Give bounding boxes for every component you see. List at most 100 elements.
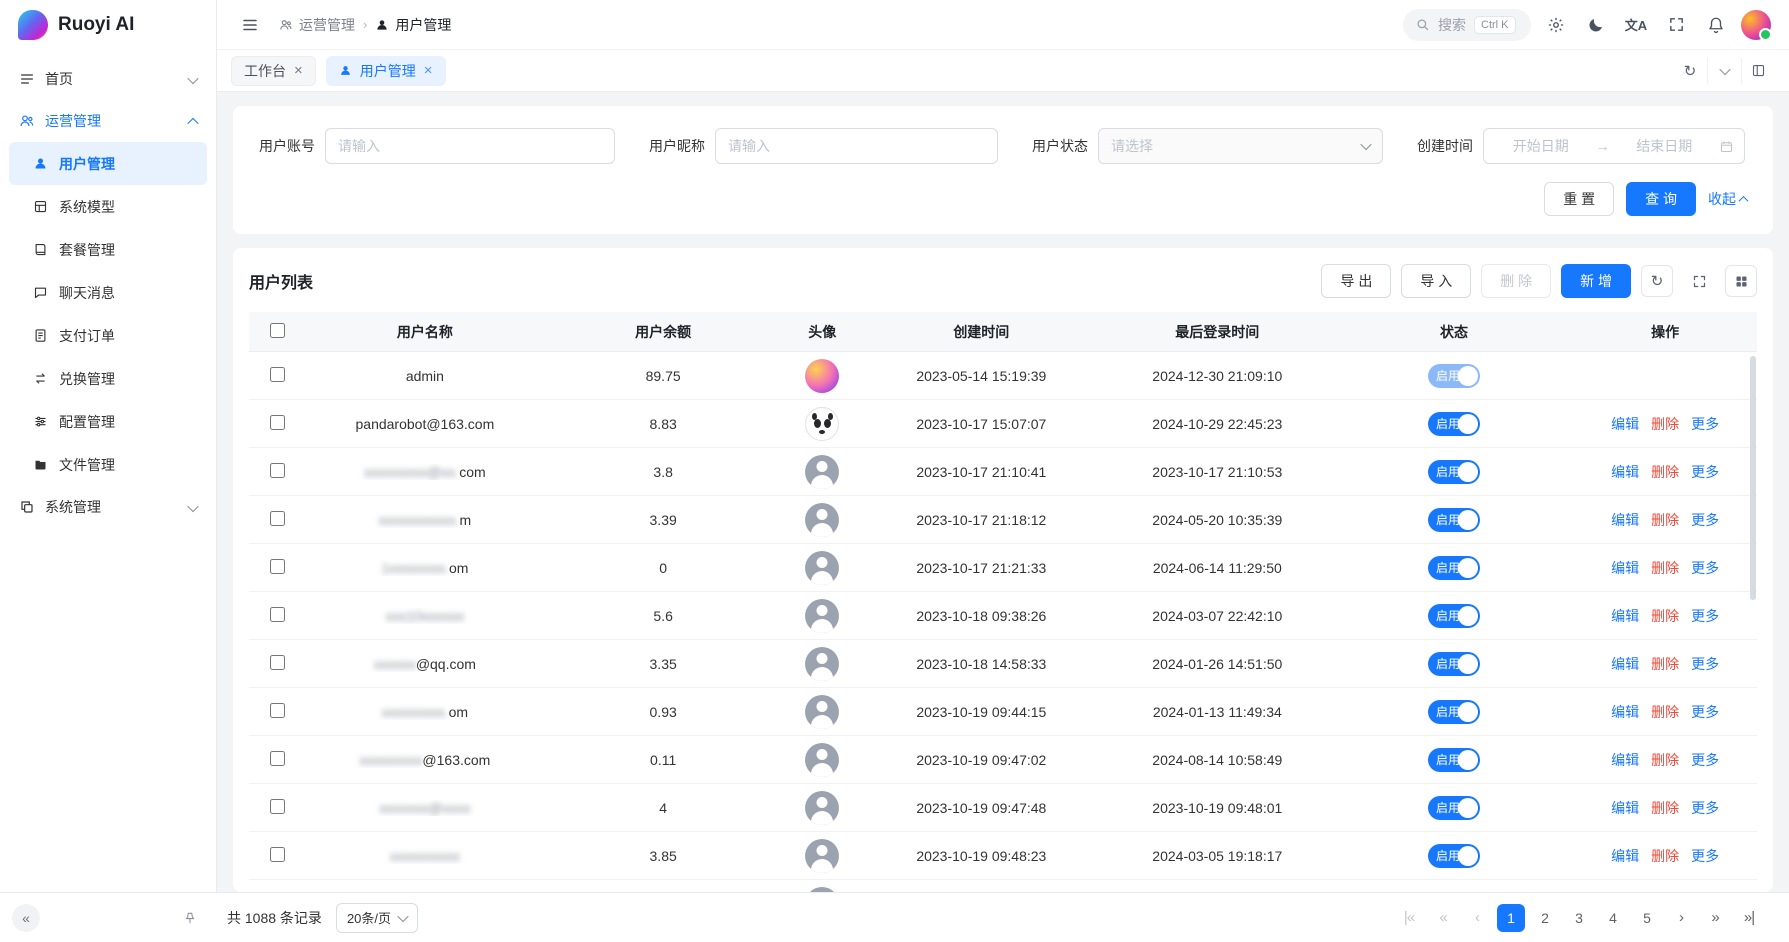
edit-link[interactable]: 编辑 xyxy=(1611,510,1639,530)
page-size-select[interactable]: 20条/页 xyxy=(336,903,418,933)
chevron-down-icon[interactable] xyxy=(1707,58,1741,84)
query-button[interactable]: 查 询 xyxy=(1626,182,1696,216)
table-scrollbar[interactable] xyxy=(1750,356,1756,600)
search-input[interactable]: 搜索 Ctrl K xyxy=(1403,9,1531,41)
column-settings-icon[interactable] xyxy=(1725,265,1757,297)
more-link[interactable]: 更多 xyxy=(1691,654,1719,674)
refresh-icon[interactable]: ↻ xyxy=(1641,265,1673,297)
row-checkbox[interactable] xyxy=(270,511,285,526)
first-page-button[interactable]: |« xyxy=(1395,904,1423,932)
status-select[interactable]: 请选择 xyxy=(1098,128,1383,164)
settings-gear-icon[interactable] xyxy=(1541,10,1571,40)
date-range-picker[interactable]: 开始日期 → 结束日期 xyxy=(1483,128,1745,164)
delete-link[interactable]: 删除 xyxy=(1651,606,1679,626)
translate-icon[interactable]: 文A xyxy=(1621,10,1651,40)
status-toggle[interactable]: 启用 xyxy=(1428,556,1480,580)
breadcrumb-user-management[interactable]: 用户管理 xyxy=(375,15,451,35)
more-link[interactable]: 更多 xyxy=(1691,750,1719,770)
more-link[interactable]: 更多 xyxy=(1691,510,1719,530)
status-toggle[interactable]: 启用 xyxy=(1428,748,1480,772)
status-toggle[interactable]: 启用 xyxy=(1428,796,1480,820)
select-all-checkbox[interactable] xyxy=(270,323,285,338)
last-page-button[interactable]: »| xyxy=(1735,904,1763,932)
status-toggle[interactable]: 启用 xyxy=(1428,700,1480,724)
status-toggle[interactable]: 启用 xyxy=(1428,604,1480,628)
page-number-button[interactable]: 4 xyxy=(1599,904,1627,932)
edit-link[interactable]: 编辑 xyxy=(1611,606,1639,626)
status-toggle[interactable]: 启用 xyxy=(1428,412,1480,436)
page-number-button[interactable]: 1 xyxy=(1497,904,1525,932)
sidebar-item-exchange-management[interactable]: 兑换管理 xyxy=(9,357,207,400)
collapse-filter-link[interactable]: 收起 xyxy=(1708,189,1747,209)
row-checkbox[interactable] xyxy=(270,463,285,478)
status-toggle[interactable]: 启用 xyxy=(1428,652,1480,676)
tab-user-management[interactable]: 用户管理 × xyxy=(326,56,446,86)
delete-link[interactable]: 删除 xyxy=(1651,798,1679,818)
sidebar-item-system-model[interactable]: 系统模型 xyxy=(9,185,207,228)
pin-icon[interactable] xyxy=(179,907,201,929)
import-button[interactable]: 导 入 xyxy=(1401,264,1471,298)
row-checkbox[interactable] xyxy=(270,799,285,814)
sidebar-item-home[interactable]: 首页 xyxy=(9,58,207,100)
row-checkbox[interactable] xyxy=(270,367,285,382)
account-input[interactable] xyxy=(325,128,615,164)
status-toggle[interactable]: 启用 xyxy=(1428,508,1480,532)
edit-link[interactable]: 编辑 xyxy=(1611,846,1639,866)
row-checkbox[interactable] xyxy=(270,607,285,622)
add-button[interactable]: 新 增 xyxy=(1561,264,1631,298)
delete-link[interactable]: 删除 xyxy=(1651,702,1679,722)
delete-link[interactable]: 删除 xyxy=(1651,510,1679,530)
row-checkbox[interactable] xyxy=(270,415,285,430)
page-number-button[interactable]: 5 xyxy=(1633,904,1661,932)
row-checkbox[interactable] xyxy=(270,559,285,574)
more-link[interactable]: 更多 xyxy=(1691,606,1719,626)
delete-button[interactable]: 删 除 xyxy=(1481,264,1551,298)
status-toggle[interactable]: 启用 xyxy=(1428,844,1480,868)
next-page-button[interactable]: › xyxy=(1667,904,1695,932)
user-avatar[interactable] xyxy=(1741,10,1771,40)
export-button[interactable]: 导 出 xyxy=(1321,264,1391,298)
more-link[interactable]: 更多 xyxy=(1691,702,1719,722)
next-5-pages-button[interactable]: » xyxy=(1701,904,1729,932)
status-toggle[interactable]: 启用 xyxy=(1428,892,1480,893)
edit-link[interactable]: 编辑 xyxy=(1611,462,1639,482)
delete-link[interactable]: 删除 xyxy=(1651,414,1679,434)
collapse-sidebar-button[interactable]: « xyxy=(12,904,40,932)
logo[interactable]: Ruoyi AI xyxy=(0,0,216,50)
edit-link[interactable]: 编辑 xyxy=(1611,654,1639,674)
tab-workbench[interactable]: 工作台 × xyxy=(231,56,316,86)
sidebar-item-system-management[interactable]: 系统管理 xyxy=(9,486,207,528)
sidebar-item-chat-messages[interactable]: 聊天消息 xyxy=(9,271,207,314)
more-link[interactable]: 更多 xyxy=(1691,414,1719,434)
sidebar-item-package-management[interactable]: 套餐管理 xyxy=(9,228,207,271)
fullscreen-icon[interactable] xyxy=(1683,265,1715,297)
layout-panels-icon[interactable] xyxy=(1741,58,1775,84)
edit-link[interactable]: 编辑 xyxy=(1611,702,1639,722)
edit-link[interactable]: 编辑 xyxy=(1611,798,1639,818)
status-toggle[interactable]: 启用 xyxy=(1428,364,1480,388)
status-toggle[interactable]: 启用 xyxy=(1428,460,1480,484)
row-checkbox[interactable] xyxy=(270,847,285,862)
prev-page-button[interactable]: ‹ xyxy=(1463,904,1491,932)
row-checkbox[interactable] xyxy=(270,703,285,718)
fullscreen-icon[interactable] xyxy=(1661,10,1691,40)
more-link[interactable]: 更多 xyxy=(1691,846,1719,866)
close-icon[interactable]: × xyxy=(424,63,433,78)
refresh-icon[interactable]: ↻ xyxy=(1673,58,1707,84)
sidebar-item-payment-orders[interactable]: 支付订单 xyxy=(9,314,207,357)
row-checkbox[interactable] xyxy=(270,655,285,670)
close-icon[interactable]: × xyxy=(294,63,303,78)
page-number-button[interactable]: 2 xyxy=(1531,904,1559,932)
edit-link[interactable]: 编辑 xyxy=(1611,750,1639,770)
dark-mode-moon-icon[interactable] xyxy=(1581,10,1611,40)
sidebar-item-file-management[interactable]: 文件管理 xyxy=(9,443,207,486)
sidebar-item-user-management[interactable]: 用户管理 xyxy=(9,142,207,185)
row-checkbox[interactable] xyxy=(270,751,285,766)
sidebar-item-operations[interactable]: 运营管理 xyxy=(9,100,207,142)
delete-link[interactable]: 删除 xyxy=(1651,750,1679,770)
sidebar-item-config-management[interactable]: 配置管理 xyxy=(9,400,207,443)
edit-link[interactable]: 编辑 xyxy=(1611,414,1639,434)
breadcrumb-operations[interactable]: 运营管理 xyxy=(279,15,355,35)
nickname-input[interactable] xyxy=(715,128,998,164)
delete-link[interactable]: 删除 xyxy=(1651,462,1679,482)
